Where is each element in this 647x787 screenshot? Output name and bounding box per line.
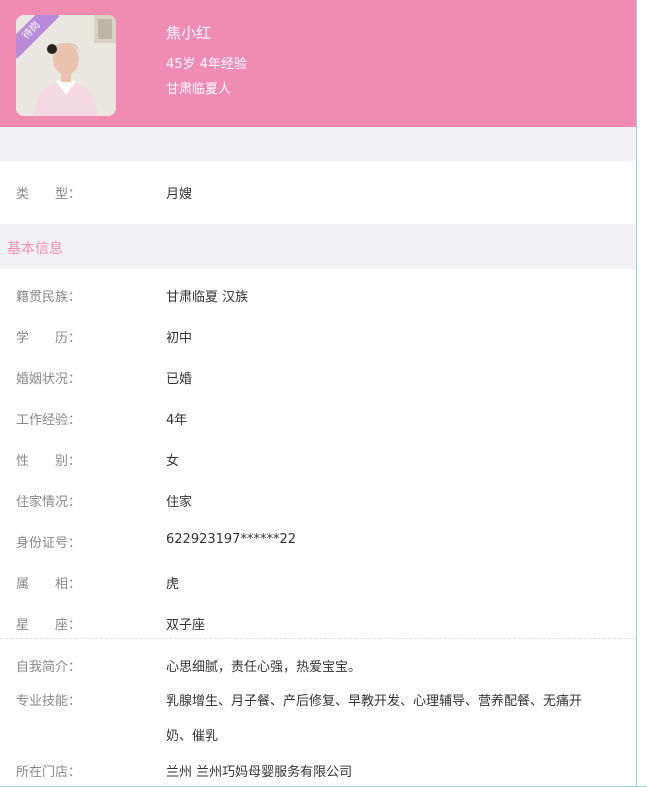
- skills-line-2: 奶、催乳: [166, 729, 219, 744]
- type-value: 月嫂: [166, 187, 193, 202]
- page: 待岗 焦小红 45岁 4年经验 甘肃临夏人 类 型： 月嫂 基本信息 籍贯民族：…: [0, 0, 636, 787]
- info-value: 622923197******22: [166, 532, 296, 547]
- age-experience: 45岁 4年经验: [166, 57, 247, 72]
- info-label: 身份证号：: [16, 536, 82, 551]
- dashed-divider: [0, 638, 636, 639]
- info-label: 自我简介：: [16, 660, 82, 675]
- info-label: 性 别：: [16, 454, 82, 469]
- info-value: 心思细腻，责任心强，热爱宝宝。: [166, 660, 362, 675]
- info-value: 女: [166, 454, 180, 469]
- info-value: 初中: [166, 331, 193, 346]
- info-label: 专业技能：: [16, 694, 82, 709]
- section-title-basic-info: 基本信息: [7, 241, 63, 257]
- type-label: 类 型：: [16, 187, 82, 202]
- info-label: 工作经验：: [16, 413, 82, 428]
- info-value: 住家: [166, 495, 193, 510]
- avatar: 待岗: [16, 15, 116, 116]
- info-value: 甘肃临夏 汉族: [166, 290, 249, 305]
- info-label: 婚姻状况：: [16, 372, 82, 387]
- info-value: 兰州 兰州巧妈母婴服务有限公司: [166, 765, 353, 780]
- info-value: 虎: [166, 577, 180, 592]
- caregiver-name: 焦小红: [166, 24, 212, 42]
- skills-line-1: 乳腺增生、月子餐、产后修复、早教开发、心理辅导、营养配餐、无痛开: [166, 694, 583, 709]
- info-value: 已婚: [166, 372, 193, 387]
- info-value: 双子座: [166, 618, 206, 633]
- info-label: 所在门店：: [16, 765, 82, 780]
- info-label: 学 历：: [16, 331, 82, 346]
- info-label: 属 相：: [16, 577, 82, 592]
- info-label: 住家情况：: [16, 495, 82, 510]
- info-value: 4年: [166, 413, 188, 428]
- window-edge: [636, 0, 647, 787]
- info-label: 籍贯民族：: [16, 290, 82, 305]
- type-card: 类 型： 月嫂: [0, 161, 636, 224]
- basic-info-card: [0, 269, 636, 787]
- origin: 甘肃临夏人: [166, 82, 232, 97]
- profile-header: 待岗 焦小红 45岁 4年经验 甘肃临夏人: [0, 0, 636, 127]
- info-label: 星 座：: [16, 618, 82, 633]
